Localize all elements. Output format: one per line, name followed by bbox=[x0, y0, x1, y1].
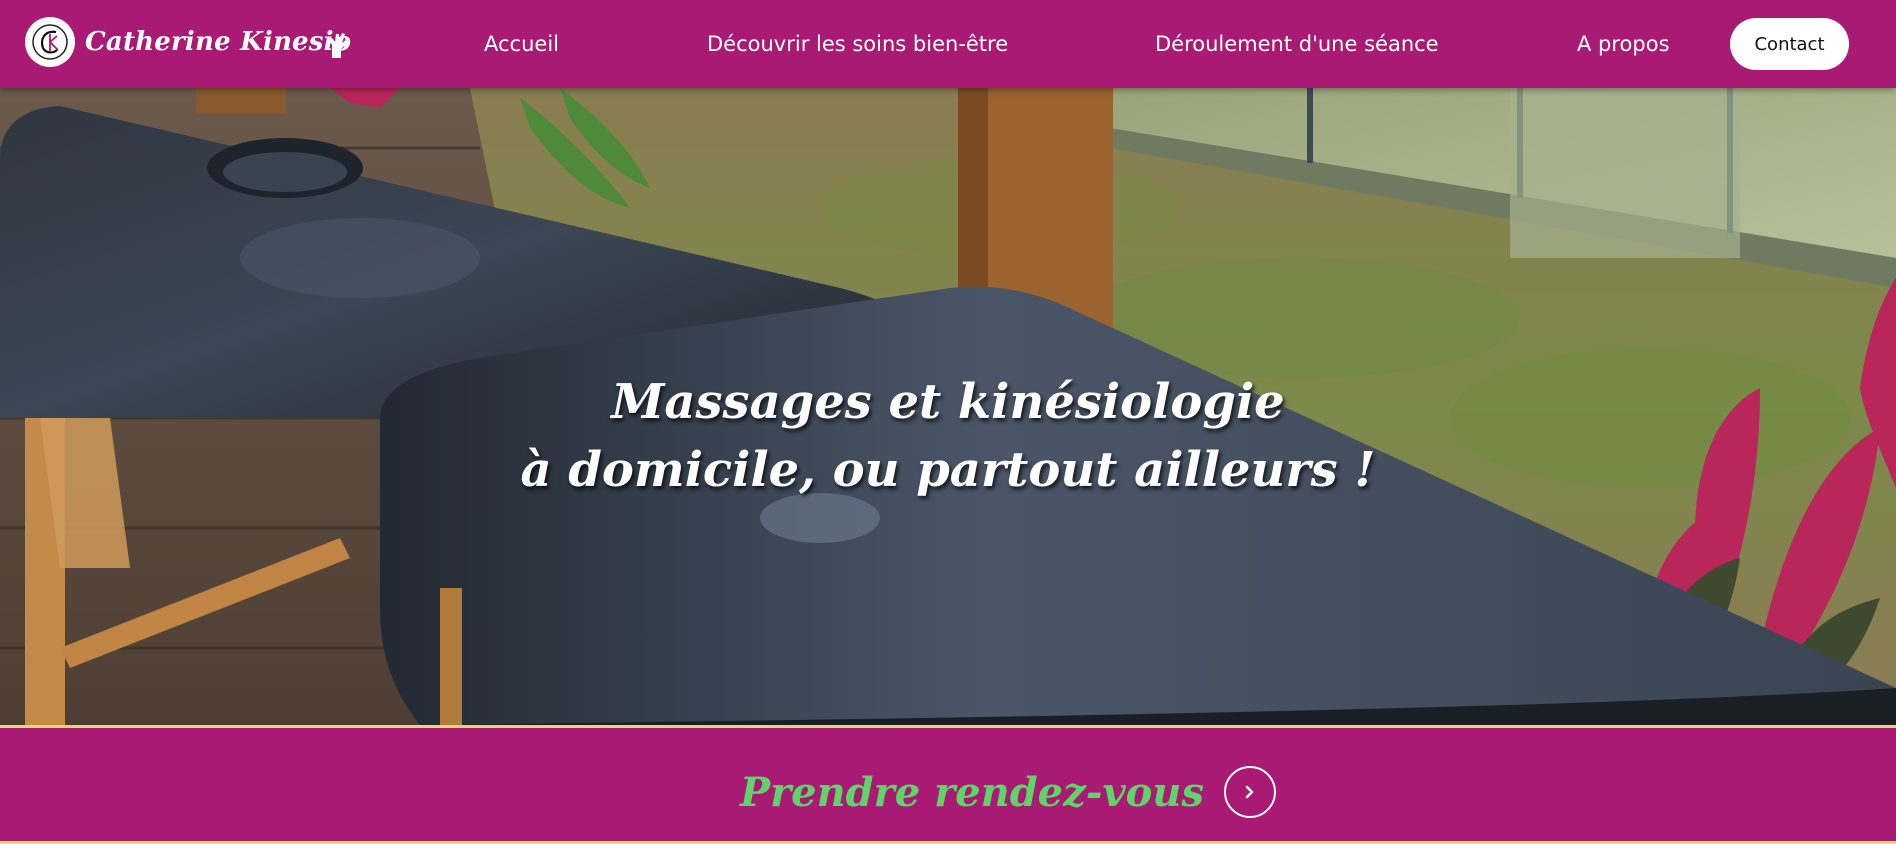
book-appointment-label: Prendre rendez-vous bbox=[740, 768, 1204, 816]
chevron-right-icon[interactable] bbox=[1223, 766, 1276, 818]
hand-icon[interactable] bbox=[326, 31, 350, 59]
nav-link-deroulement-seance[interactable]: Déroulement d'une séance bbox=[1155, 30, 1439, 58]
nav-link-a-propos[interactable]: A propos bbox=[1577, 30, 1670, 58]
hero-banner: Massages et kinésiologie à domicile, ou … bbox=[0, 88, 1896, 725]
brand-home-link[interactable]: Catherine Kinesio bbox=[25, 17, 351, 67]
brand-name: Catherine Kinesio bbox=[85, 27, 352, 57]
book-appointment-link[interactable]: Prendre rendez-vous bbox=[740, 766, 1276, 818]
hero-title: Massages et kinésiologie à domicile, ou … bbox=[0, 368, 1896, 504]
nav-link-decouvrir-soins[interactable]: Découvrir les soins bien-être bbox=[707, 30, 1008, 58]
appointment-bar: Prendre rendez-vous bbox=[0, 725, 1896, 844]
hero-title-line-2: à domicile, ou partout ailleurs ! bbox=[520, 442, 1376, 498]
nav-link-accueil[interactable]: Accueil bbox=[484, 30, 559, 58]
logo-icon bbox=[25, 17, 75, 67]
top-navbar: Catherine Kinesio Accueil Découvrir les … bbox=[0, 0, 1896, 88]
hero-title-line-1: Massages et kinésiologie bbox=[611, 374, 1285, 430]
contact-button[interactable]: Contact bbox=[1730, 18, 1849, 70]
